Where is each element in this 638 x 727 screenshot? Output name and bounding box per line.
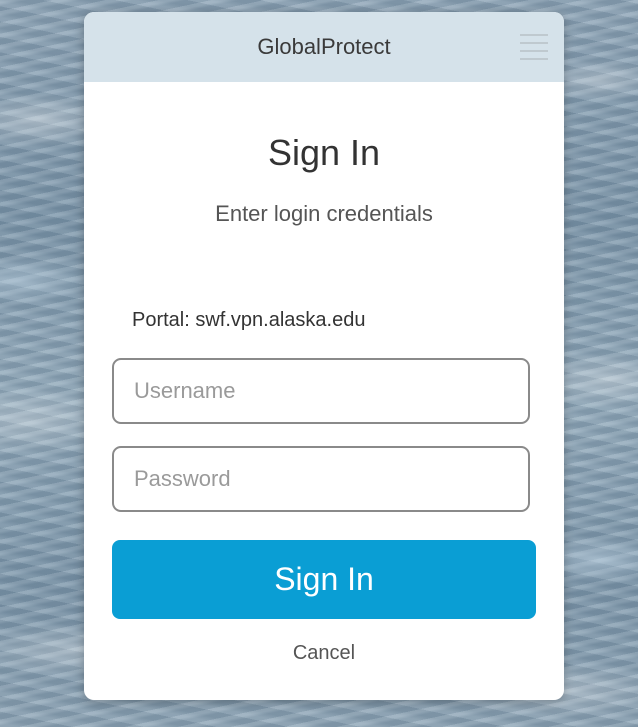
hamburger-menu-icon[interactable]: [520, 32, 548, 62]
globalprotect-signin-panel: GlobalProtect Sign In Enter login creden…: [84, 12, 564, 700]
username-field[interactable]: [112, 358, 530, 424]
sign-in-button[interactable]: Sign In: [112, 540, 536, 619]
portal-label: Portal: swf.vpn.alaska.edu: [132, 309, 366, 331]
app-title: GlobalProtect: [257, 34, 391, 59]
password-field[interactable]: [112, 446, 530, 512]
signin-subheading: Enter login credentials: [215, 201, 433, 226]
title-bar: GlobalProtect: [84, 12, 564, 82]
signin-heading: Sign In: [267, 132, 381, 173]
cancel-link[interactable]: Cancel: [84, 642, 564, 665]
